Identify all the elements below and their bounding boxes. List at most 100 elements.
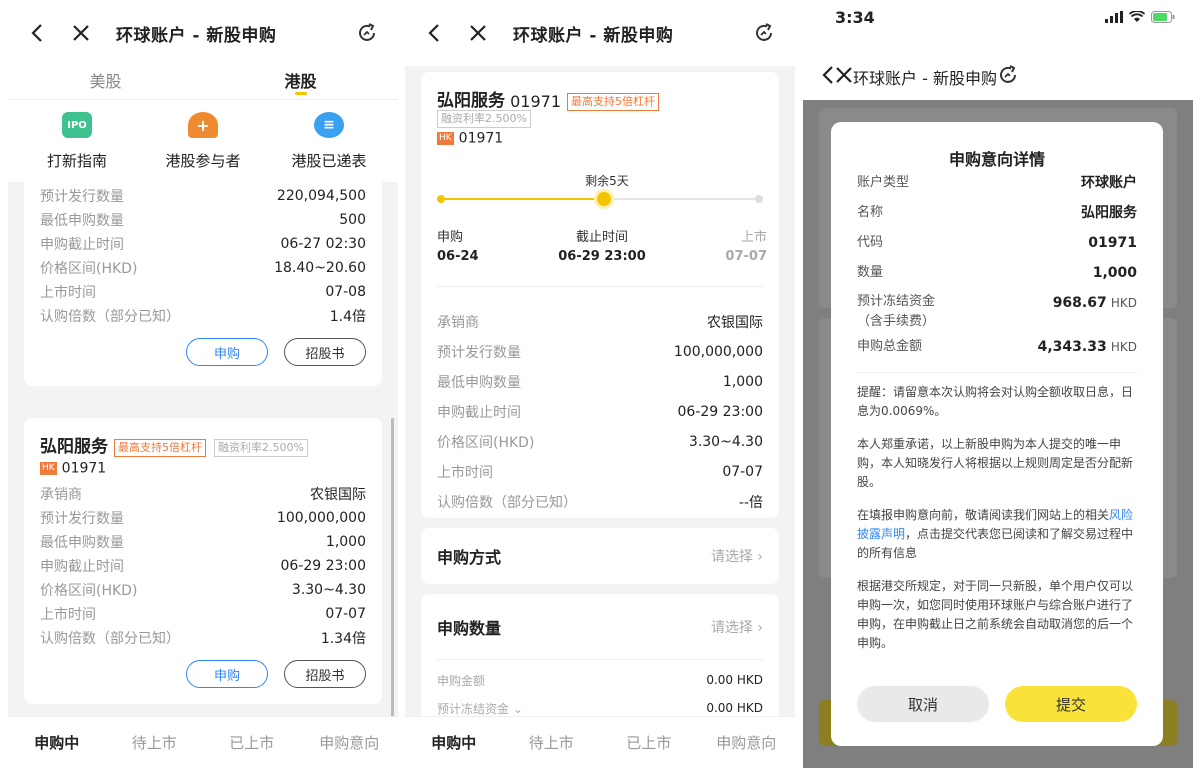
tab-pending-listing[interactable]: 待上市 — [503, 732, 601, 753]
ipo-list-screen: 环球账户 - 新股申购 美股 港股 IPO 打新指南 + 港股参与者 ≡ 港股已… — [8, 0, 398, 768]
row-key: 最低申购数量 — [40, 213, 124, 229]
subscribe-button[interactable]: 申购 — [186, 338, 268, 366]
close-icon[interactable] — [465, 20, 491, 46]
timeline-labels: 申购 06-24 截止时间 06-29 23:00 上市 07-07 — [437, 226, 767, 264]
freeze-label: 预计冻结资金 — [857, 294, 936, 309]
quick-hk-participants[interactable]: + 港股参与者 — [148, 100, 258, 182]
confirm-dialog-screen: 3:34 环球账户 - 新股申购 申购意向详情 账户类型 环球账户 名称 弘阳服务 … — [803, 0, 1193, 768]
tab-listed[interactable]: 已上市 — [600, 732, 698, 753]
hk-badge: HK — [40, 462, 57, 475]
timeline-dot-start — [437, 195, 445, 203]
select-prompt[interactable]: 请选择 › — [711, 546, 763, 566]
info-row: 预计发行数量 100,000,000 — [40, 506, 366, 530]
row-key: 价格区间(HKD) — [40, 583, 138, 599]
tab-intentions[interactable]: 申购意向 — [698, 732, 796, 753]
section-title: 申购数量 — [437, 618, 502, 638]
row-value: 1.34倍 — [320, 631, 366, 647]
info-row: 价格区间(HKD) 3.30~4.30 — [40, 578, 366, 602]
row-key: 数量 — [857, 265, 884, 280]
nav-bar: 环球账户 - 新股申购 — [405, 0, 795, 66]
row-key: 预计发行数量 — [40, 511, 124, 527]
close-icon[interactable] — [68, 20, 94, 46]
dialog-row: 账户类型 环球账户 — [857, 172, 1137, 202]
info-row: 认购倍数（部分已知） --倍 — [437, 487, 763, 517]
quick-label: 港股参与者 — [165, 152, 241, 170]
refresh-icon[interactable] — [354, 20, 380, 46]
back-icon[interactable] — [421, 20, 447, 46]
tab-hk-label: 港股 — [284, 72, 317, 91]
row-key: 申购截止时间 — [40, 237, 124, 253]
signal-icon — [1105, 11, 1123, 23]
row-key: 预计发行数量 — [437, 345, 521, 361]
section-title: 申购方式 — [437, 548, 502, 567]
ipo-list: 预计发行数量 220,094,500 最低申购数量 500 申购截止时间 06-27 … — [8, 182, 398, 716]
timeline-date: 07-07 — [725, 249, 767, 264]
tab-pending-listing[interactable]: 待上市 — [106, 732, 204, 753]
timeline-label: 截止时间 — [575, 230, 628, 245]
filed-list-icon: ≡ — [314, 112, 344, 138]
subscribe-button[interactable]: 申购 — [186, 660, 268, 688]
ipo-card[interactable]: 弘阳服务 最高支持5倍杠杆 融资利率2.500% HK 01971 承销商 农银国际 预… — [24, 418, 382, 704]
row-key: 最低申购数量 — [40, 535, 124, 551]
close-icon[interactable] — [835, 66, 853, 88]
row-key: 账户类型 — [857, 175, 910, 190]
ipo-card[interactable]: 预计发行数量 220,094,500 最低申购数量 500 申购截止时间 06-27 … — [24, 182, 382, 386]
section-header[interactable]: 申购数量 请选择 › — [437, 594, 763, 660]
quick-ipo-guide[interactable]: IPO 打新指南 — [22, 100, 132, 182]
tab-listed[interactable]: 已上市 — [203, 732, 301, 753]
total-label: 申购总金额 — [857, 339, 923, 354]
info-row: 预计发行数量 100,000,000 — [437, 337, 763, 367]
timeline-progress — [441, 198, 603, 200]
back-icon[interactable] — [24, 20, 50, 46]
cancel-button[interactable]: 取消 — [857, 686, 989, 722]
tab-hk-stocks[interactable]: 港股 — [203, 66, 398, 99]
prospectus-button[interactable]: 招股书 — [284, 660, 366, 688]
submit-button[interactable]: 提交 — [1005, 686, 1137, 722]
dialog-row: 代码 01971 — [857, 232, 1137, 262]
row-value: 1.4倍 — [329, 309, 366, 325]
notice-hkex-rule: 根据港交所规定，对于同一只新股，单个用户仅可以申购一次，如您同时使用环球账户与综… — [857, 579, 1134, 650]
row-key: 上市时间 — [40, 285, 96, 301]
row-value: 环球账户 — [1081, 175, 1137, 191]
quick-hk-filed[interactable]: ≡ 港股已递表 — [274, 100, 384, 182]
dialog-actions: 取消 提交 — [857, 686, 1137, 722]
currency-unit: HKD — [1110, 340, 1137, 354]
tab-us-stocks[interactable]: 美股 — [8, 66, 203, 99]
section-header: 申购方式 请选择 › — [437, 528, 763, 584]
stock-name: 弘阳服务 — [40, 437, 108, 457]
hk-badge: HK — [437, 132, 454, 145]
amount-label: 申购金额 — [437, 673, 486, 688]
chevron-right-icon: › — [757, 619, 763, 636]
dialog-row: 数量 1,000 — [857, 262, 1137, 292]
remaining-days: 剩余5天 — [585, 174, 629, 188]
scrollbar[interactable] — [391, 418, 394, 716]
wifi-icon — [1129, 11, 1145, 22]
back-icon[interactable] — [821, 65, 835, 89]
dialog-title: 申购意向详情 — [948, 150, 1045, 169]
prospectus-button[interactable]: 招股书 — [284, 338, 366, 366]
info-row: 申购截止时间 06-29 23:00 — [40, 554, 366, 578]
divider — [437, 286, 763, 287]
refresh-icon[interactable] — [997, 64, 1019, 90]
row-value: 07-07 — [722, 464, 763, 480]
info-row: 承销商 农银国际 — [40, 482, 366, 506]
info-row: 价格区间(HKD) 18.40~20.60 — [40, 256, 366, 280]
timeline-col-listing: 上市 07-07 — [657, 226, 767, 264]
refresh-icon[interactable] — [751, 20, 777, 46]
row-key: 认购倍数（部分已知） — [437, 495, 577, 511]
tab-subscribing[interactable]: 申购中 — [405, 732, 503, 753]
row-value: 1,000 — [722, 374, 763, 390]
select-prompt[interactable]: 请选择 › — [711, 617, 763, 637]
dialog-row: 名称 弘阳服务 — [857, 202, 1137, 232]
nav-bar: 环球账户 - 新股申购 — [803, 54, 1193, 100]
row-value: 100,000,000 — [276, 510, 366, 526]
row-value: --倍 — [738, 495, 763, 511]
subscribe-method-section[interactable]: 申购方式 请选择 › — [421, 528, 779, 584]
row-key: 承销商 — [40, 487, 82, 503]
timeline-dot-end — [755, 195, 763, 203]
amount-value: 0.00 HKD — [706, 673, 763, 687]
tab-subscribing[interactable]: 申购中 — [8, 732, 106, 753]
info-row: 最低申购数量 1,000 — [437, 367, 763, 397]
divider — [857, 372, 1137, 373]
tab-intentions[interactable]: 申购意向 — [301, 732, 399, 753]
